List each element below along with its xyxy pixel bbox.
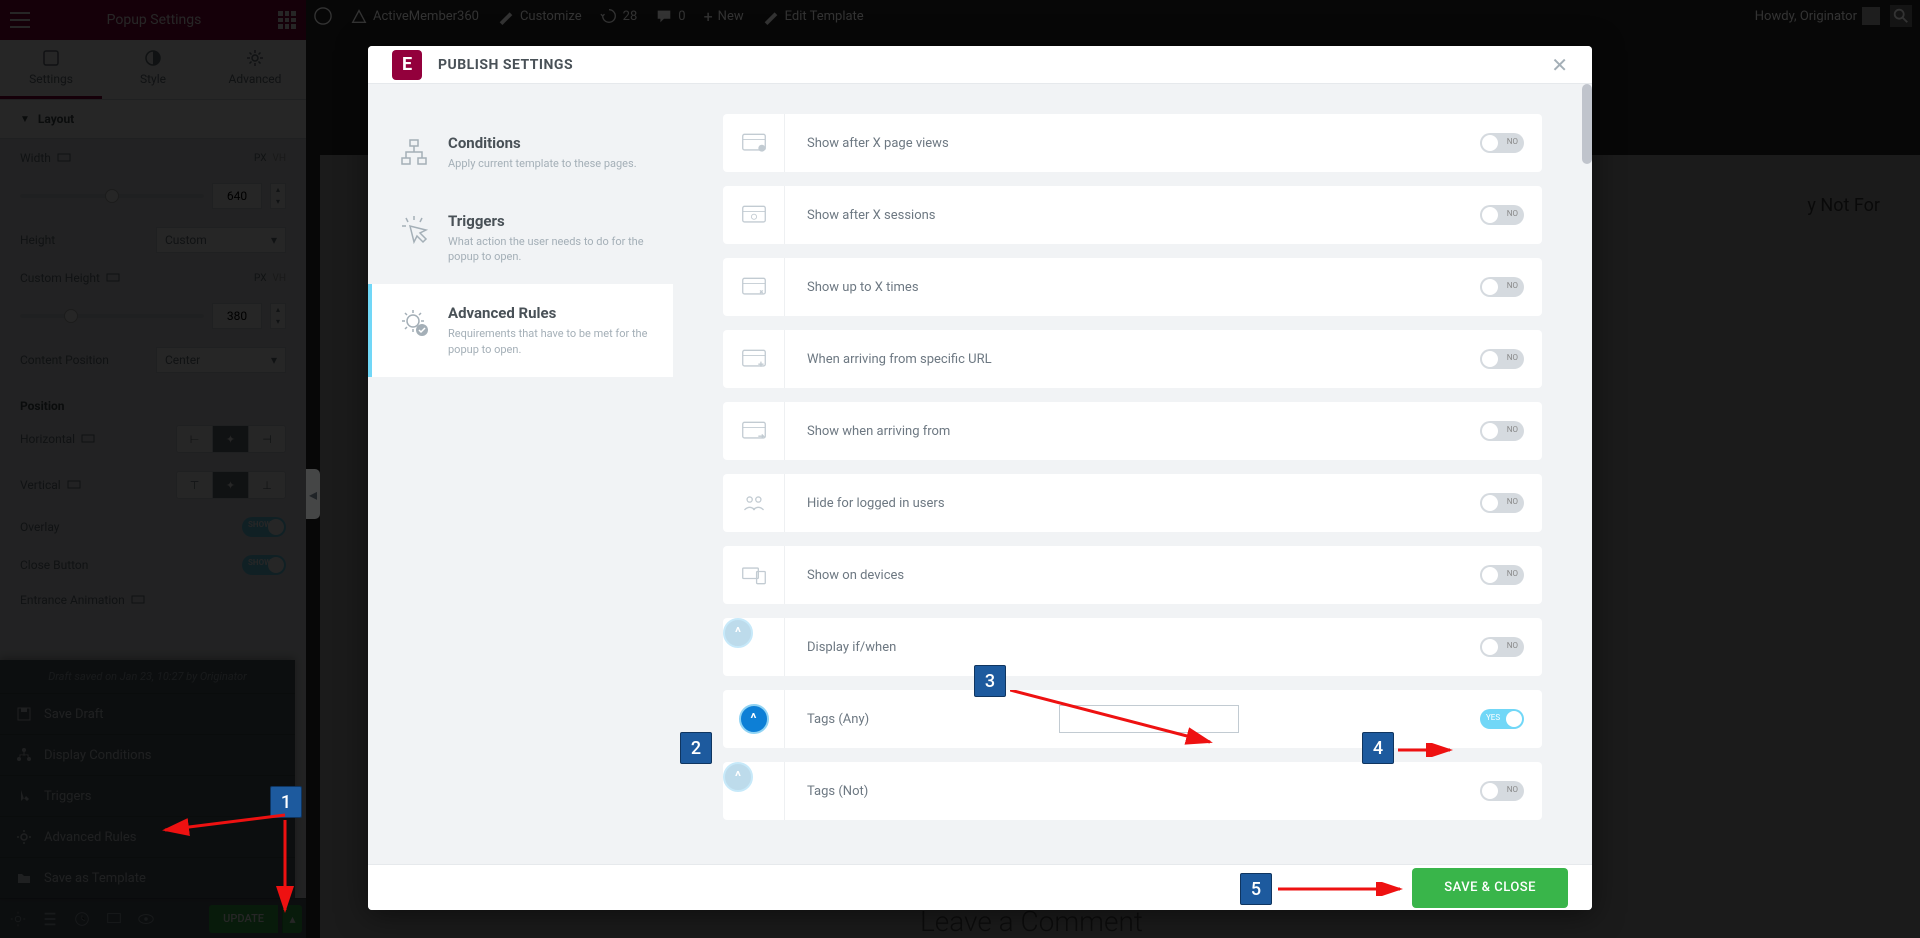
browser-link-icon — [739, 348, 769, 370]
annotation-3: 3 — [974, 665, 1006, 697]
devices-icon — [739, 564, 769, 586]
sidebar-conditions[interactable]: ConditionsApply current template to thes… — [368, 114, 673, 191]
annotation-1: 1 — [270, 786, 302, 818]
modal-header: E PUBLISH SETTINGS ✕ — [368, 46, 1592, 84]
display-if-toggle[interactable]: NO — [1480, 637, 1524, 657]
users-icon — [739, 492, 769, 514]
am360-icon: ^ — [723, 618, 753, 648]
am360-icon: ^ — [723, 762, 753, 792]
sidebar-advanced-rules[interactable]: Advanced RulesRequirements that have to … — [368, 284, 673, 377]
annotation-4: 4 — [1362, 732, 1394, 764]
arriving-from-toggle[interactable]: NO — [1480, 421, 1524, 441]
tags-not-toggle[interactable]: NO — [1480, 781, 1524, 801]
rule-devices: Show on devices NO — [723, 546, 1542, 604]
modal-title: PUBLISH SETTINGS — [438, 57, 573, 73]
browser-icon — [739, 204, 769, 226]
page-views-toggle[interactable]: NO — [1480, 133, 1524, 153]
tags-any-input[interactable] — [1059, 705, 1239, 733]
close-icon[interactable]: ✕ — [1551, 53, 1568, 77]
annotation-2: 2 — [680, 732, 712, 764]
am360-icon: ^ — [739, 704, 769, 734]
click-icon — [396, 212, 432, 248]
url-toggle[interactable]: NO — [1480, 349, 1524, 369]
rule-url: When arriving from specific URL NO — [723, 330, 1542, 388]
sessions-toggle[interactable]: NO — [1480, 205, 1524, 225]
rule-display-if: ^ Display if/when NO — [723, 618, 1542, 676]
devices-toggle[interactable]: NO — [1480, 565, 1524, 585]
browser-arrow-icon — [739, 420, 769, 442]
rule-logged-in: Hide for logged in users NO — [723, 474, 1542, 532]
sidebar-triggers[interactable]: TriggersWhat action the user needs to do… — [368, 192, 673, 285]
rule-tags-any: ^ Tags (Any) YES — [723, 690, 1542, 748]
rule-arriving-from: Show when arriving from NO — [723, 402, 1542, 460]
browser-icon — [739, 132, 769, 154]
modal-main: Show after X page views NO Show after X … — [673, 84, 1592, 864]
rule-sessions: Show after X sessions NO — [723, 186, 1542, 244]
times-toggle[interactable]: NO — [1480, 277, 1524, 297]
rule-page-views: Show after X page views NO — [723, 114, 1542, 172]
save-close-button[interactable]: SAVE & CLOSE — [1412, 868, 1568, 908]
logged-in-toggle[interactable]: NO — [1480, 493, 1524, 513]
tree-icon — [396, 134, 432, 170]
publish-settings-modal: E PUBLISH SETTINGS ✕ ConditionsApply cur… — [368, 46, 1592, 910]
elementor-logo: E — [392, 50, 422, 80]
rule-times: Show up to X times NO — [723, 258, 1542, 316]
annotation-5: 5 — [1240, 873, 1272, 905]
rule-tags-not: ^ Tags (Not) NO — [723, 762, 1542, 820]
scrollbar[interactable] — [1582, 84, 1592, 164]
modal-sidebar: ConditionsApply current template to thes… — [368, 84, 673, 864]
tags-any-toggle[interactable]: YES — [1480, 709, 1524, 729]
browser-icon — [739, 276, 769, 298]
modal-footer: SAVE & CLOSE — [368, 864, 1592, 910]
gear-check-icon — [396, 304, 432, 340]
